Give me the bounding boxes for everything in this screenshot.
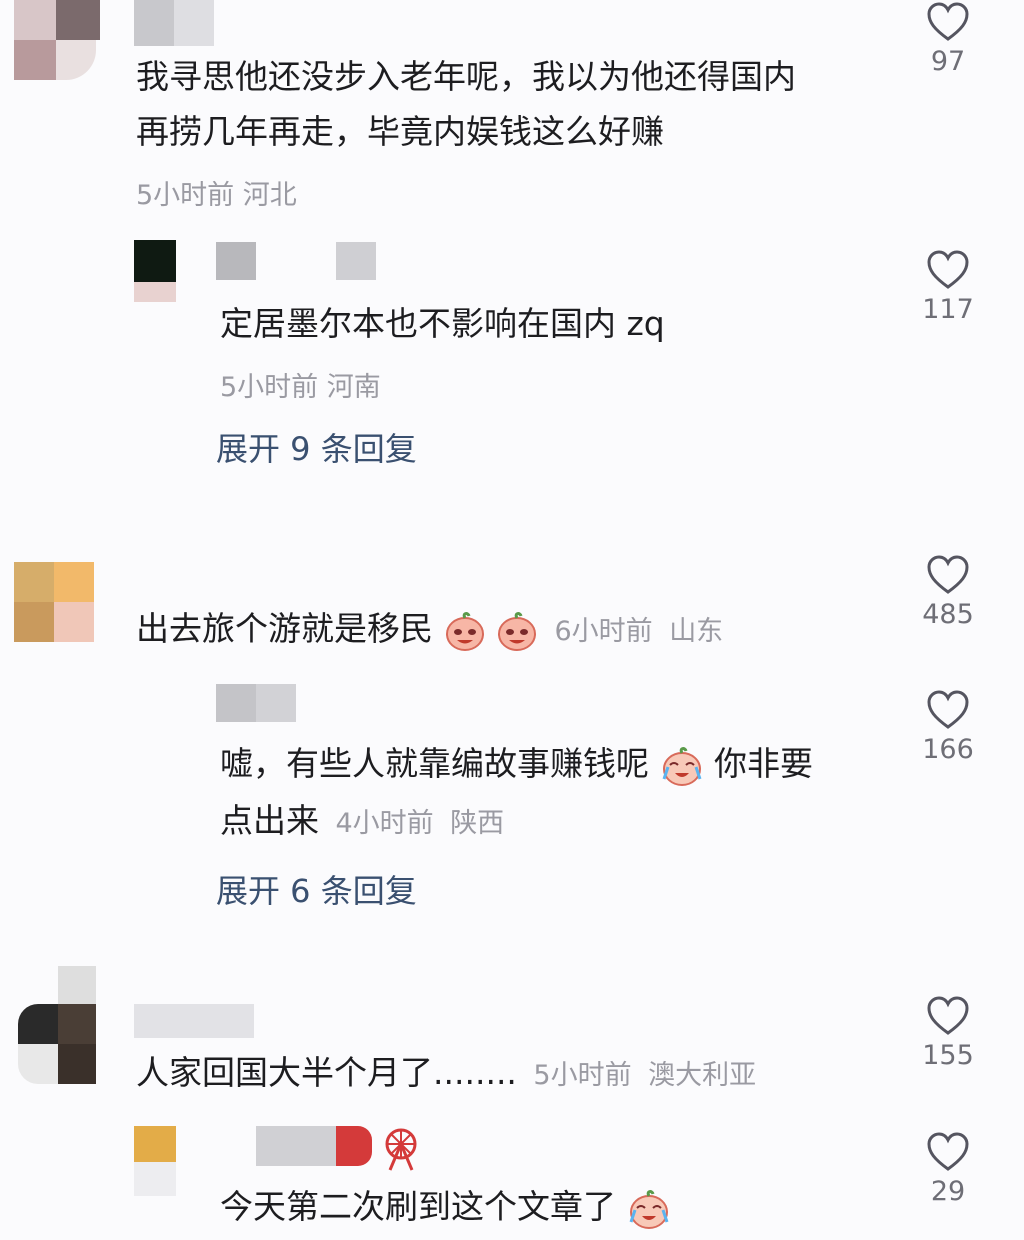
reply-text: 定居墨尔本也不影响在国内 zq [220, 304, 665, 343]
reply-text: 嘘，有些人就靠编故事赚钱呢 你非要 [220, 735, 813, 793]
username-masked[interactable] [216, 684, 296, 722]
like-count: 97 [930, 46, 966, 77]
like-count: 29 [930, 1176, 966, 1207]
comment-location: 澳大利亚 [648, 1060, 757, 1091]
cry-laugh-emoji [662, 746, 701, 786]
cry-laugh-emoji [629, 1189, 668, 1229]
avatar[interactable] [134, 240, 176, 302]
comment-time: 5小时前 [533, 1060, 632, 1091]
comment-location: 山东 [669, 616, 724, 647]
heart-outline-icon [927, 2, 969, 41]
comment-text: 再捞几年再走，毕竟内娱钱这么好赚 [136, 112, 664, 151]
like-button[interactable]: 166 [908, 690, 988, 765]
like-count: 117 [922, 294, 974, 325]
expand-replies-link[interactable]: 展开 6 条回复 [216, 866, 417, 912]
like-button[interactable]: 155 [908, 996, 988, 1071]
peach-laugh-emoji [445, 611, 484, 651]
reply-text: 今天第二次刷到这个文章了 [220, 1178, 671, 1236]
reply-time: 4小时前 [335, 808, 434, 839]
heart-outline-icon [927, 690, 969, 729]
peach-laugh-emoji [498, 611, 536, 651]
comment-text: 我寻思他还没步入老年呢，我以为他还得国内 [136, 57, 796, 96]
like-button[interactable]: 117 [908, 250, 988, 325]
avatar[interactable] [8, 966, 96, 1086]
expand-replies-link[interactable]: 展开 9 条回复 [216, 424, 417, 470]
like-button[interactable]: 485 [908, 555, 988, 630]
like-count: 155 [922, 1040, 974, 1071]
reply-location: 陕西 [450, 808, 505, 839]
avatar[interactable] [14, 562, 94, 642]
heart-outline-icon [927, 555, 969, 594]
like-button[interactable]: 97 [908, 2, 988, 77]
avatar[interactable] [0, 0, 100, 82]
username-masked[interactable] [256, 1126, 372, 1166]
like-count: 166 [922, 734, 974, 765]
reply-text: 点出来 4小时前 陕西 [220, 801, 505, 840]
like-button[interactable]: 29 [908, 1132, 988, 1207]
username-masked[interactable] [134, 1004, 254, 1038]
heart-outline-icon [927, 250, 969, 289]
comment-time: 6小时前 [554, 616, 653, 647]
comment-text: 人家回国大半个月了........ 5小时前 澳大利亚 [136, 1053, 757, 1092]
comment-text: 出去旅个游就是移民 6小时前 山东 [136, 600, 723, 661]
heart-outline-icon [927, 1132, 969, 1171]
like-count: 485 [922, 599, 974, 630]
username-masked[interactable] [134, 0, 214, 46]
heart-outline-icon [927, 996, 969, 1035]
reply-meta: 5小时前 河南 [220, 372, 381, 403]
ferris-wheel-icon [385, 1128, 417, 1171]
avatar[interactable] [134, 1126, 176, 1196]
username-masked[interactable] [216, 242, 376, 280]
comment-meta: 5小时前 河北 [136, 180, 297, 211]
